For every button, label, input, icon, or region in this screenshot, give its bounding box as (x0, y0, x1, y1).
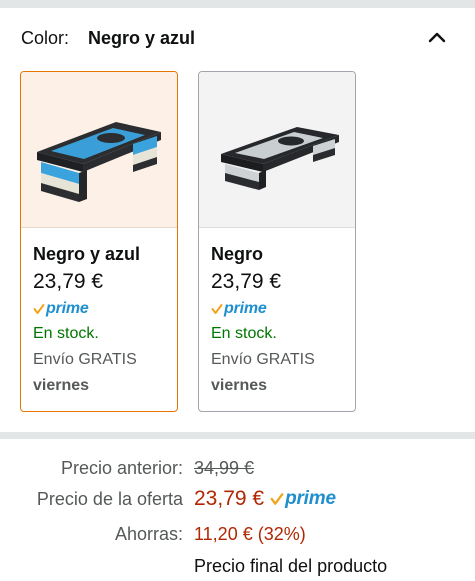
swatch-name: Negro (211, 244, 264, 264)
prime-check-icon (211, 304, 223, 314)
color-selector-header[interactable]: Color: Negro y azul (0, 8, 475, 64)
stock-status: En stock. (211, 325, 277, 342)
swatch-price: 23,79 € (33, 270, 104, 293)
prime-check-icon (33, 304, 45, 314)
swatch-price: 23,79 € (211, 270, 282, 293)
deal-price-label: Precio de la oferta (36, 489, 183, 509)
prime-badge: prime (211, 300, 267, 318)
color-swatch-negro-y-azul[interactable]: Negro y azul 23,79 € prime En stock. Env… (20, 71, 178, 412)
top-divider (0, 0, 475, 8)
color-label: Color: (21, 28, 70, 48)
color-swatch-negro[interactable]: Negro 23,79 € prime En stock. Envío GRAT… (198, 71, 356, 412)
swatch-name: Negro y azul (33, 244, 141, 264)
delivery-day: viernes (33, 377, 90, 394)
shipping-info: Envío GRATIS (211, 351, 315, 368)
chevron-up-icon[interactable] (420, 22, 454, 52)
previous-price-label: Precio anterior: (60, 458, 183, 478)
deal-price-value: 23,79 € (194, 487, 265, 510)
final-price-note: Precio final del producto (194, 556, 388, 576)
product-image-black-grey-step (199, 72, 355, 228)
section-divider (0, 432, 475, 439)
shipping-info: Envío GRATIS (33, 351, 137, 368)
previous-price-value: 34,99 € (194, 458, 255, 478)
prime-label: prime (46, 300, 89, 317)
stock-status: En stock. (33, 325, 99, 342)
prime-label: prime (224, 300, 267, 317)
savings-label: Ahorras: (114, 524, 183, 544)
prime-badge: prime (270, 488, 336, 510)
prime-label: prime (285, 488, 336, 509)
prime-check-icon (270, 493, 284, 505)
product-image-black-blue-step (21, 72, 177, 228)
selected-color-value: Negro y azul (88, 28, 196, 48)
deal-price: 23,79 € prime (194, 487, 336, 511)
prime-badge: prime (33, 300, 89, 318)
savings-value: 11,20 € (32%) (194, 524, 306, 544)
delivery-day: viernes (211, 377, 268, 394)
